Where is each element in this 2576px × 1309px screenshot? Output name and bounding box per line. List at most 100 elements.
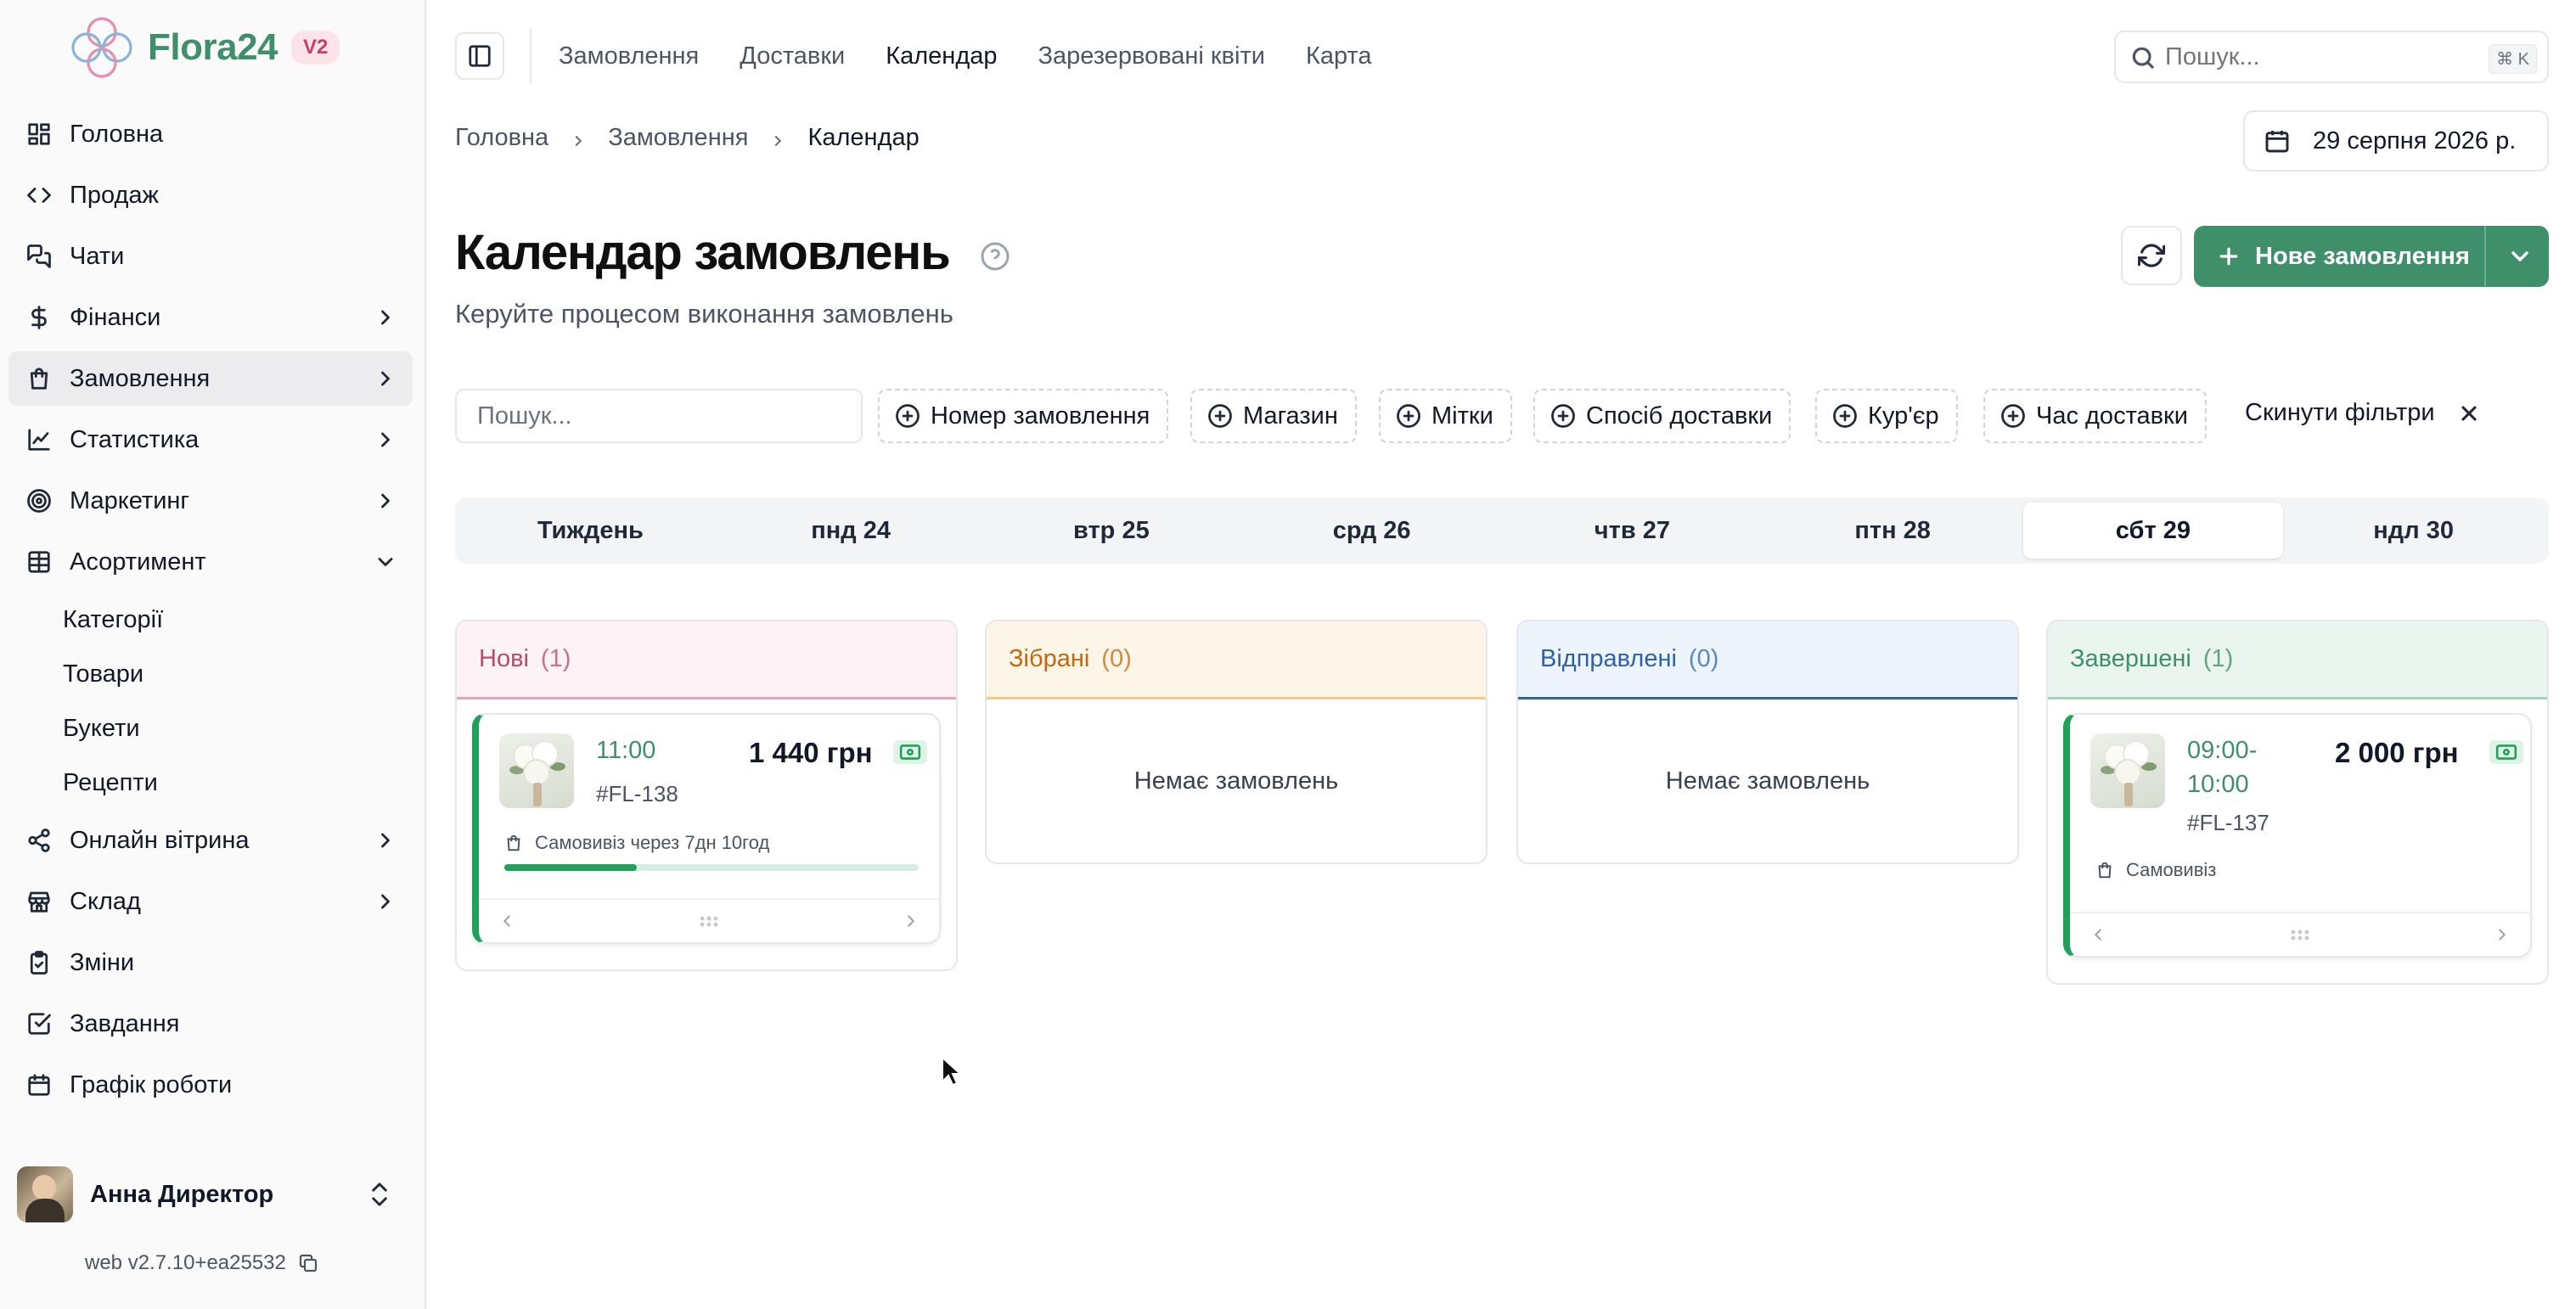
bouquet-thumbnail [499, 733, 574, 808]
order-card[interactable]: 09:00- 10:00 #FL-137 2 000 грн Самовивіз [2063, 713, 2532, 958]
empty-state: Немає замовлень [1133, 767, 1339, 795]
date-picker-button[interactable]: 29 серпня 2026 р. [2243, 110, 2549, 171]
sidebar-subitem-products[interactable]: Товари [8, 650, 413, 698]
chevron-left-icon[interactable] [498, 912, 516, 935]
close-icon [2461, 405, 2477, 421]
sidebar-nav: Головна Продаж Чати Фінанси Замовлення С… [8, 107, 413, 1119]
tab-thu[interactable]: чтв 27 [1502, 503, 1763, 559]
filter-courier[interactable]: Кур'єр [1815, 389, 1958, 443]
chevron-right-icon [374, 306, 397, 329]
drag-handle-icon[interactable] [697, 912, 721, 935]
new-order-label: Нове замовлення [2255, 242, 2470, 270]
breadcrumb-orders[interactable]: Замовлення [608, 124, 748, 152]
column-title: Відправлені [1540, 645, 1677, 672]
refresh-button[interactable] [2121, 226, 2182, 285]
chevrons-up-down-icon [367, 1180, 392, 1209]
target-icon [22, 484, 56, 518]
column-count: (0) [1101, 645, 1132, 672]
filter-delivery-method[interactable]: Спосіб доставки [1533, 389, 1791, 443]
order-number[interactable]: #FL-137 [2187, 810, 2269, 836]
dollar-icon [22, 301, 56, 334]
divider [530, 29, 532, 83]
store-icon [22, 885, 56, 919]
sidebar-subitem-recipes[interactable]: Рецепти [8, 759, 413, 806]
sidebar-item-home[interactable]: Головна [8, 107, 413, 161]
order-card[interactable]: 11:00 #FL-138 1 440 грн Самовивіз через … [472, 713, 941, 944]
sidebar-item-finance[interactable]: Фінанси [8, 290, 413, 345]
pickup-progress-bar [504, 864, 919, 871]
sidebar-item-label: Статистика [70, 425, 200, 453]
sidebar-item-statistics[interactable]: Статистика [8, 413, 413, 467]
share-icon [22, 823, 56, 857]
sidebar-item-schedule[interactable]: Графік роботи [8, 1058, 413, 1112]
sidebar-item-tasks[interactable]: Завдання [8, 997, 413, 1051]
order-price: 1 440 грн [749, 737, 873, 768]
sidebar-subitem-bouquets[interactable]: Букети [8, 705, 413, 752]
sidebar-item-label: Продаж [70, 181, 159, 209]
filter-order-number[interactable]: Номер замовлення [878, 389, 1169, 443]
topnav-map[interactable]: Карта [1306, 37, 1372, 75]
column-count: (1) [2202, 645, 2234, 672]
topnav-calendar[interactable]: Календар [886, 37, 997, 75]
chevron-right-icon [374, 367, 397, 390]
topnav-orders[interactable]: Замовлення [559, 37, 699, 75]
user-menu[interactable]: Анна Директор [17, 1165, 408, 1224]
plus-circle-icon [1397, 404, 1420, 428]
sidebar-item-orders[interactable]: Замовлення [8, 351, 413, 406]
column-sent: Відправлені (0) Немає замовлень [1516, 620, 2019, 864]
order-number[interactable]: #FL-138 [596, 781, 678, 807]
column-header: Зібрані (0) [987, 621, 1486, 699]
topnav-deliveries[interactable]: Доставки [740, 37, 845, 75]
tab-mon[interactable]: пнд 24 [721, 503, 981, 559]
plus-circle-icon [2001, 404, 2025, 428]
column-collected: Зібрані (0) Немає замовлень [985, 620, 1488, 864]
global-search-input[interactable] [2165, 42, 2471, 71]
sidebar-item-shifts[interactable]: Зміни [8, 935, 413, 990]
sidebar-item-label: Склад [70, 887, 141, 915]
topnav-reserved-flowers[interactable]: Зарезервовані квіти [1038, 37, 1265, 75]
tab-sat[interactable]: сбт 29 [2022, 503, 2284, 559]
chevron-right-icon [374, 428, 397, 452]
filter-delivery-time[interactable]: Час доставки [1983, 389, 2207, 443]
chevron-right-icon [374, 890, 397, 913]
global-search[interactable]: ⌘ K [2114, 31, 2549, 83]
tab-tue[interactable]: втр 25 [981, 503, 1242, 559]
brand-logo[interactable]: Flora24 V2 [66, 12, 340, 83]
new-order-button[interactable]: Нове замовлення [2194, 226, 2549, 287]
flower-logo-icon [71, 17, 132, 78]
chevron-left-icon[interactable] [2089, 925, 2107, 948]
column-header: Відправлені (0) [1518, 621, 2017, 699]
sidebar: Flora24 V2 Головна Продаж Чати Фінанси З… [0, 0, 426, 1309]
sidebar-item-warehouse[interactable]: Склад [8, 874, 413, 929]
date-picker-value: 29 серпня 2026 р. [2313, 126, 2517, 154]
sidebar-item-online-store[interactable]: Онлайн вітрина [8, 813, 413, 868]
calendar-icon [2265, 131, 2289, 153]
sidebar-toggle-button[interactable] [455, 32, 504, 80]
empty-state: Немає замовлень [1665, 767, 1870, 795]
tab-week[interactable]: Тиждень [460, 503, 721, 559]
tab-wed[interactable]: срд 26 [1241, 503, 1502, 559]
filter-search-input[interactable] [455, 389, 863, 443]
sidebar-item-chats[interactable]: Чати [8, 229, 413, 284]
tab-sun[interactable]: ндл 30 [2283, 503, 2544, 559]
column-title: Зібрані [1009, 645, 1090, 672]
breadcrumb-home[interactable]: Головна [455, 124, 548, 152]
filter-store[interactable]: Магазин [1190, 389, 1357, 443]
copy-icon[interactable] [298, 1253, 318, 1273]
reset-filters-button[interactable]: Скинути фільтри [2245, 399, 2481, 427]
chevron-right-icon[interactable] [2493, 925, 2511, 948]
drag-handle-icon[interactable] [2288, 925, 2312, 948]
help-circle-icon[interactable] [980, 241, 1010, 272]
chevron-down-icon[interactable] [2506, 243, 2534, 270]
sidebar-item-sales[interactable]: Продаж [8, 168, 413, 222]
sidebar-subitem-categories[interactable]: Категорії [8, 596, 413, 643]
filter-label: Кур'єр [1868, 402, 1939, 430]
chevron-right-icon [374, 489, 397, 513]
filter-label: Магазин [1243, 402, 1338, 430]
filter-tags[interactable]: Мітки [1379, 389, 1512, 443]
chevron-right-icon[interactable] [902, 912, 920, 935]
sidebar-item-marketing[interactable]: Маркетинг [8, 474, 413, 528]
tab-fri[interactable]: птн 28 [1763, 503, 2023, 559]
sidebar-item-assortment[interactable]: Асортимент [8, 535, 413, 589]
payment-card-icon [893, 740, 927, 764]
